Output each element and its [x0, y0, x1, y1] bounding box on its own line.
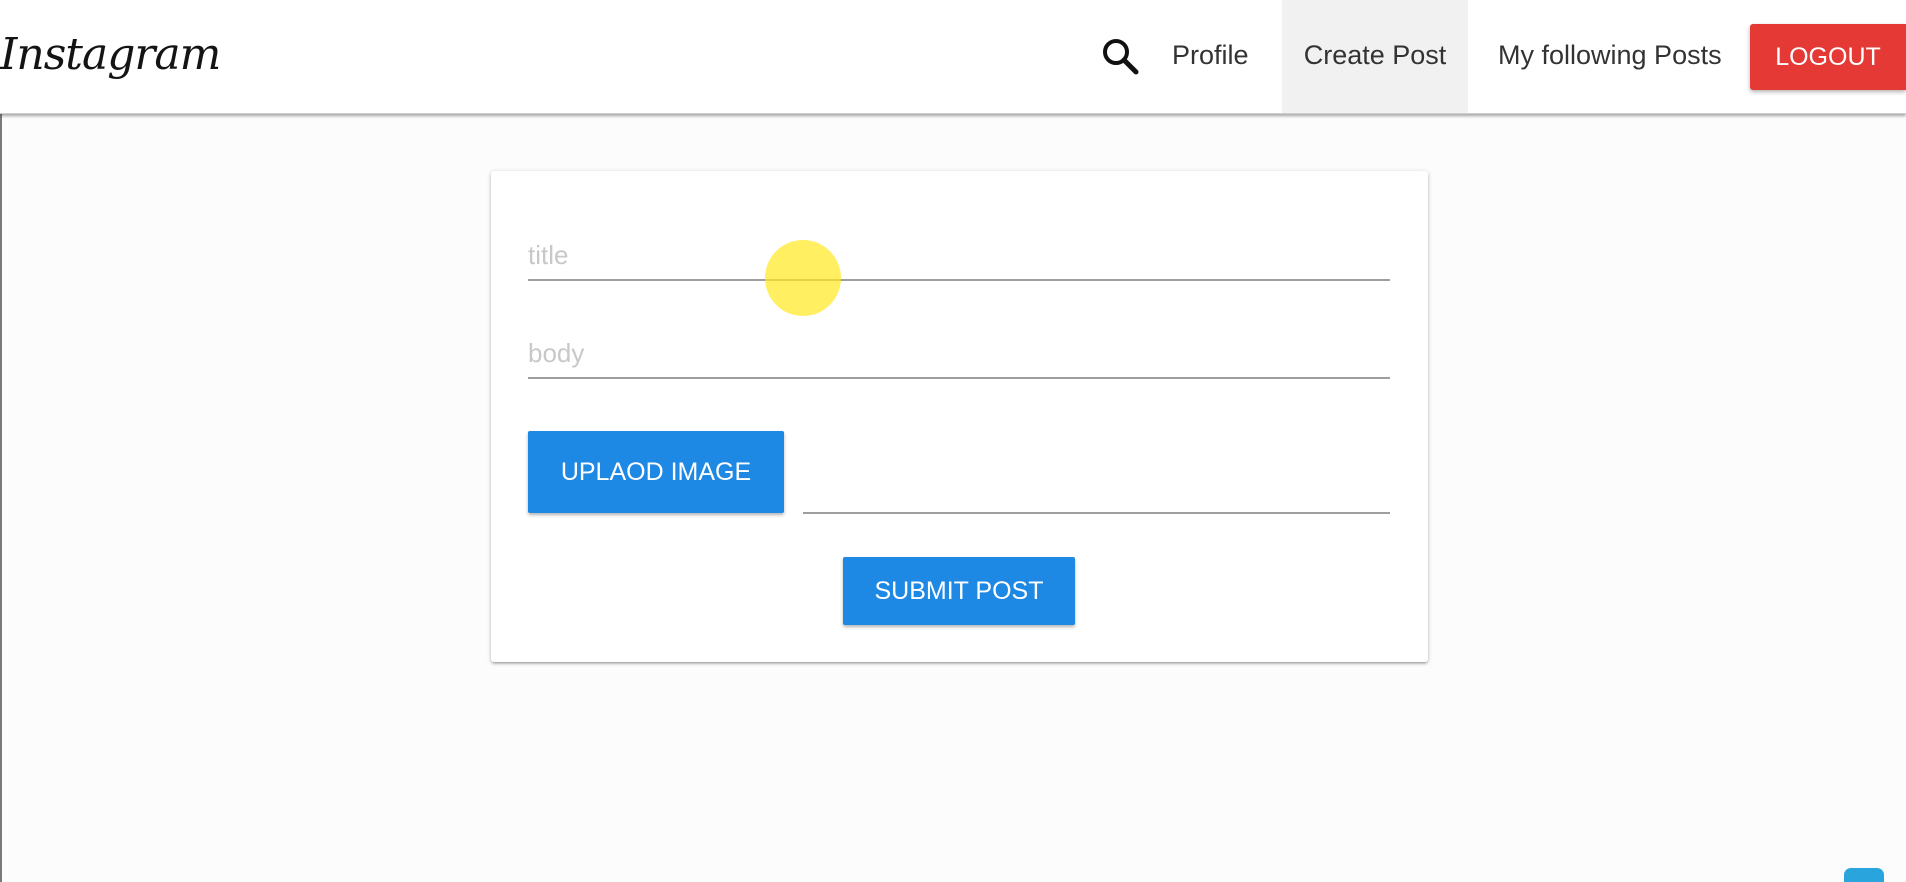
search-icon[interactable] — [1100, 36, 1140, 76]
corner-overlay-icon — [1844, 868, 1884, 882]
top-navbar: Instagram Profile Create Post My followi… — [0, 0, 1906, 114]
title-input[interactable] — [528, 231, 1390, 281]
nav-link-create-post[interactable]: Create Post — [1282, 0, 1468, 113]
nav-link-following-posts[interactable]: My following Posts — [1498, 0, 1722, 113]
create-post-card: UPLAOD IMAGE SUBMIT POST — [491, 171, 1428, 662]
upload-image-button[interactable]: UPLAOD IMAGE — [528, 431, 784, 513]
submit-post-button[interactable]: SUBMIT POST — [843, 557, 1075, 625]
nav-link-profile[interactable]: Profile — [1172, 0, 1249, 113]
brand-logo[interactable]: Instagram — [0, 20, 221, 90]
file-path-input[interactable] — [803, 466, 1390, 514]
logout-button[interactable]: LOGOUT — [1750, 24, 1906, 90]
window-left-border — [0, 0, 2, 882]
body-input[interactable] — [528, 329, 1390, 379]
